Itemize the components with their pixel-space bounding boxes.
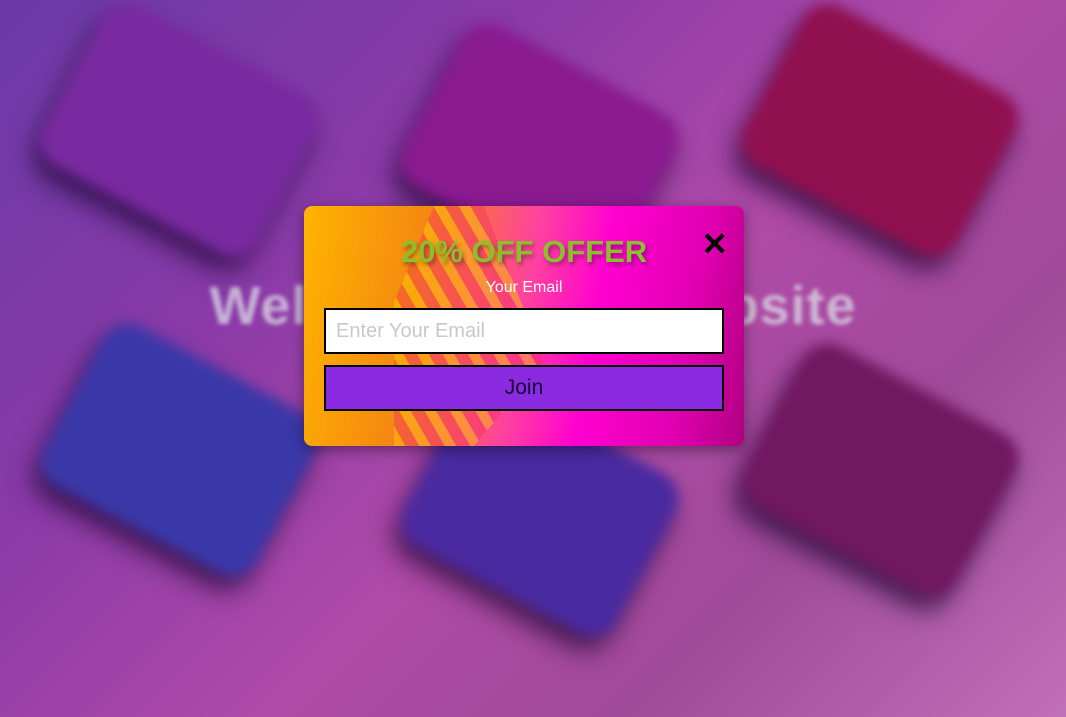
popup-title: 20% OFF OFFER xyxy=(400,234,648,269)
close-icon[interactable]: ✕ xyxy=(701,228,728,260)
offer-popup: 20% OFF OFFER ✕ Your Email Join xyxy=(304,206,744,446)
email-label: Your Email xyxy=(485,279,563,296)
join-button[interactable]: Join xyxy=(324,365,724,411)
email-input[interactable] xyxy=(324,308,724,354)
